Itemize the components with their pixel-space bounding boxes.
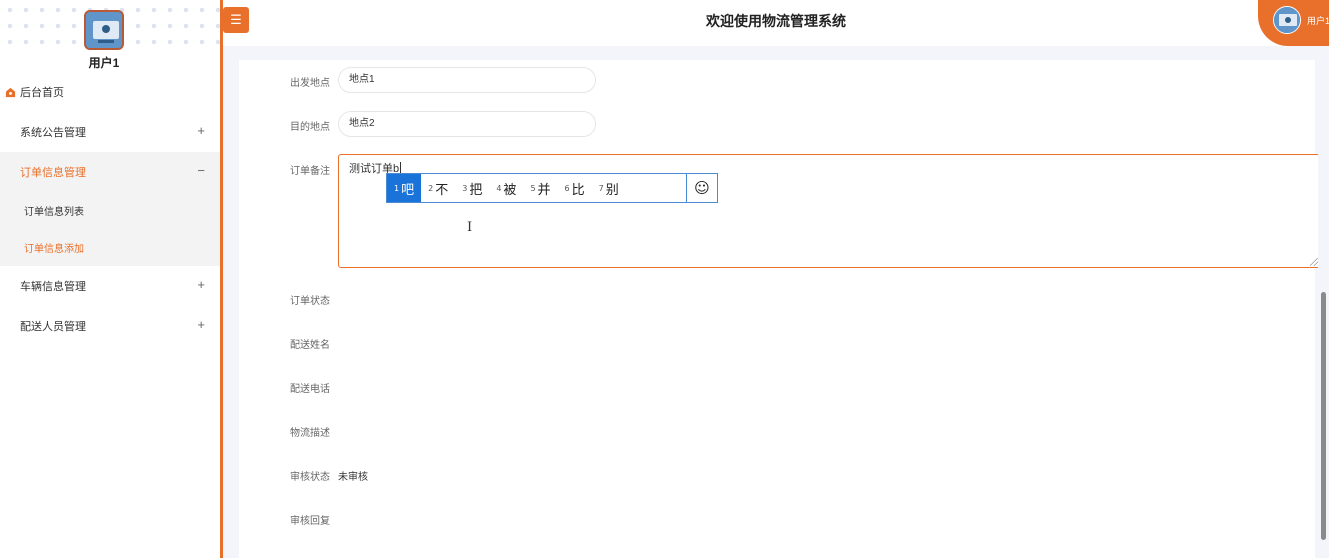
candidate-number: 2	[428, 183, 434, 193]
sidebar-item-couriers[interactable]: 配送人员管理 +	[0, 306, 220, 346]
sidebar: 用户1 后台首页 系统公告管理 + 订单信息管理 − 订单信息列表 订单信息添加	[0, 0, 220, 558]
sidebar-item-orders[interactable]: 订单信息管理 −	[0, 152, 220, 192]
candidate-number: 4	[496, 183, 502, 193]
text-caret	[400, 162, 402, 173]
ime-candidate[interactable]: 2不	[421, 174, 455, 202]
sidebar-item-label: 系统公告管理	[20, 127, 86, 139]
sidebar-menu: 后台首页 系统公告管理 + 订单信息管理 − 订单信息列表 订单信息添加 车辆信…	[0, 72, 220, 346]
sidebar-subitem-label: 订单信息列表	[24, 207, 84, 218]
grid-icon	[5, 127, 16, 138]
sidebar-item-label: 配送人员管理	[20, 321, 86, 333]
review-reply-label: 审核回复	[290, 516, 330, 527]
origin-input[interactable]: 地点1	[338, 67, 596, 93]
review-status-label: 审核状态	[290, 472, 330, 483]
candidate-text: 把	[469, 182, 483, 198]
candidate-number: 5	[530, 183, 536, 193]
header-avatar[interactable]	[1273, 6, 1301, 34]
logistics-desc-label: 物流描述	[290, 428, 330, 439]
sidebar-item-announcements[interactable]: 系统公告管理 +	[0, 112, 220, 152]
order-status-label: 订单状态	[290, 296, 330, 307]
candidate-number: 1	[394, 183, 400, 193]
grid-icon	[5, 167, 16, 178]
ime-candidate-window: 1吧 2不 3把 4被 5并 6比 7别 ☺	[386, 173, 718, 203]
sidebar-subitem-label: 订单信息添加	[24, 244, 84, 255]
expand-toggle[interactable]: +	[197, 277, 205, 292]
ime-candidate[interactable]: 5并	[523, 174, 557, 202]
destination-input[interactable]: 地点2	[338, 111, 596, 137]
ime-candidate[interactable]: 6比	[558, 174, 592, 202]
origin-label: 出发地点	[290, 78, 330, 89]
expand-toggle[interactable]: +	[197, 317, 205, 332]
grid-icon	[5, 321, 16, 332]
sidebar-item-vehicles[interactable]: 车辆信息管理 +	[0, 266, 220, 306]
candidate-text: 不	[435, 182, 449, 198]
review-status-value: 未审核	[338, 472, 368, 483]
destination-label: 目的地点	[290, 122, 330, 133]
candidate-text: 被	[503, 182, 517, 198]
courier-phone-label: 配送电话	[290, 384, 330, 395]
candidate-number: 3	[462, 183, 468, 193]
sidebar-item-label: 后台首页	[20, 87, 64, 99]
candidate-number: 7	[598, 183, 604, 193]
resize-handle[interactable]	[1310, 258, 1318, 266]
sidebar-item-label: 订单信息管理	[20, 167, 86, 179]
expand-toggle[interactable]: +	[197, 123, 205, 138]
mouse-ibeam-cursor-icon: I	[467, 220, 473, 235]
courier-name-label: 配送姓名	[290, 340, 330, 351]
ime-candidate[interactable]: 4被	[489, 174, 523, 202]
candidate-text: 吧	[401, 182, 415, 198]
ime-candidate[interactable]: 3把	[455, 174, 489, 202]
ime-candidate[interactable]: 7别	[592, 174, 626, 202]
user-avatar[interactable]	[84, 10, 124, 50]
candidate-text: 并	[537, 182, 551, 198]
ime-candidate[interactable]: 1吧	[387, 174, 422, 202]
sidebar-subitem-order-list[interactable]: 订单信息列表	[0, 192, 220, 229]
user-name: 用户1	[88, 56, 120, 70]
sidebar-item-home[interactable]: 后台首页	[0, 72, 220, 112]
candidate-number: 6	[564, 183, 570, 193]
candidate-text: 别	[605, 182, 619, 198]
scrollbar-thumb[interactable]	[1321, 292, 1326, 540]
collapse-toggle[interactable]: −	[197, 163, 205, 178]
header-user-name: 用户1	[1307, 16, 1329, 26]
sidebar-item-label: 车辆信息管理	[20, 281, 86, 293]
candidate-text: 比	[571, 182, 585, 198]
remark-label: 订单备注	[290, 166, 330, 177]
sidebar-divider	[220, 0, 223, 558]
grid-icon	[5, 281, 16, 292]
remark-textarea[interactable]: 测试订单b	[338, 154, 1320, 268]
home-icon	[5, 87, 16, 97]
emoji-icon[interactable]: ☺	[686, 174, 717, 202]
sidebar-subitem-order-add[interactable]: 订单信息添加	[0, 229, 220, 266]
page-title: 欢迎使用物流管理系统	[706, 13, 846, 29]
